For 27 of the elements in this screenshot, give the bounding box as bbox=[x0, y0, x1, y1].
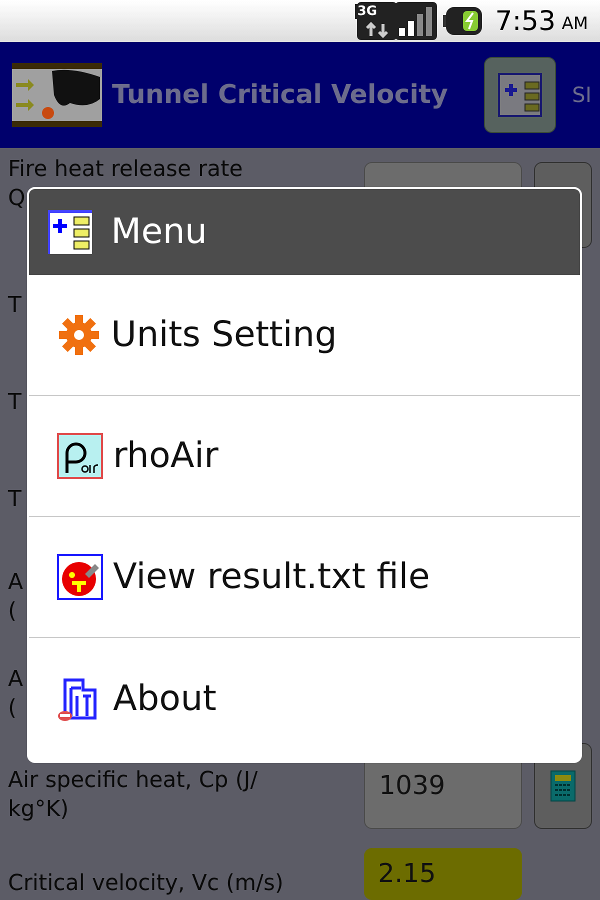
field-label: Fire heat release rate Q bbox=[8, 156, 243, 213]
app-title: Tunnel Critical Velocity bbox=[112, 80, 449, 110]
tunnel-fire-icon bbox=[12, 63, 102, 127]
menu-list-icon bbox=[497, 72, 543, 118]
signal-icon bbox=[395, 2, 438, 40]
result-field: 2.15 bbox=[364, 848, 522, 900]
network-type: 3G bbox=[355, 4, 380, 19]
smiley-icon bbox=[57, 554, 103, 600]
field-label: A ( bbox=[8, 666, 24, 722]
menu-item[interactable]: View result.txt file bbox=[29, 517, 580, 638]
menu-button[interactable] bbox=[484, 57, 556, 133]
menu-list-icon bbox=[47, 209, 93, 255]
battery-icon bbox=[443, 6, 484, 36]
gear-icon bbox=[57, 313, 101, 357]
menu-item[interactable]: Units Setting bbox=[29, 275, 580, 396]
field-label: Critical velocity, Vc (m/s) bbox=[8, 870, 284, 898]
menu-item[interactable]: rhoAir bbox=[29, 396, 580, 517]
field-label: T bbox=[8, 486, 22, 514]
field-label: T bbox=[8, 292, 22, 320]
field-label: A ( bbox=[8, 568, 24, 626]
clock-time: 7:53 bbox=[495, 6, 556, 36]
dialog-title: Menu bbox=[111, 212, 208, 252]
clock-ampm: AM bbox=[562, 14, 588, 34]
field-label: Air specific heat, Cp (J/ kg°K) bbox=[8, 767, 258, 824]
field-label: T bbox=[8, 389, 22, 418]
units-label: SI bbox=[572, 83, 593, 107]
rho-air-icon bbox=[57, 433, 103, 479]
